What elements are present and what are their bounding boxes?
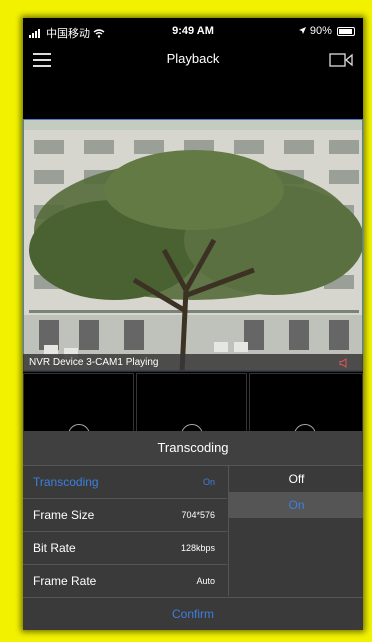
phone-screen: 中国移动 9:49 AM 90% Playback NVR Device 3-C… (23, 18, 363, 630)
camera-feed-image (24, 120, 362, 370)
video-tile[interactable] (136, 373, 247, 446)
location-icon (298, 27, 306, 34)
panel-title: Transcoding (23, 431, 363, 466)
row-label: Frame Rate (33, 574, 97, 588)
status-bar: 中国移动 9:49 AM 90% (23, 18, 363, 44)
row-label: Frame Size (33, 508, 95, 522)
camera-label: NVR Device 3-CAM1 Playing (29, 357, 159, 368)
row-value: 704*576 (181, 510, 215, 520)
row-bit-rate[interactable]: Bit Rate 128kbps (23, 532, 227, 565)
status-right: 90% (298, 25, 355, 37)
video-tiles (23, 373, 363, 446)
row-value: Auto (196, 576, 215, 586)
row-frame-size[interactable]: Frame Size 704*576 (23, 499, 227, 532)
option-on[interactable]: On (229, 492, 363, 518)
option-off[interactable]: Off (229, 466, 363, 492)
row-value: On (202, 477, 215, 487)
battery-percent: 90% (309, 25, 332, 37)
video-player[interactable] (23, 119, 363, 371)
option-list: Off On (228, 466, 363, 596)
confirm-button[interactable]: Confirm (23, 597, 363, 630)
row-value: 128kbps (180, 543, 215, 553)
transcoding-panel: Transcoding Transcoding On Frame Size 70… (23, 431, 363, 630)
video-tile[interactable] (249, 373, 363, 446)
battery-icon (337, 26, 355, 36)
row-frame-rate[interactable]: Frame Rate Auto (23, 565, 227, 597)
row-transcoding[interactable]: Transcoding On (23, 466, 227, 499)
settings-list: Transcoding On Frame Size 704*576 Bit Ra… (23, 466, 227, 597)
video-record-icon[interactable] (329, 52, 353, 68)
camera-label-bar: NVR Device 3-CAM1 Playing (23, 354, 363, 372)
row-label: Bit Rate (33, 541, 76, 555)
speaker-icon[interactable] (339, 358, 349, 368)
video-tile[interactable] (23, 373, 134, 446)
nav-bar: Playback (23, 44, 363, 76)
row-label: Transcoding (33, 475, 99, 489)
page-title: Playback (166, 51, 220, 66)
